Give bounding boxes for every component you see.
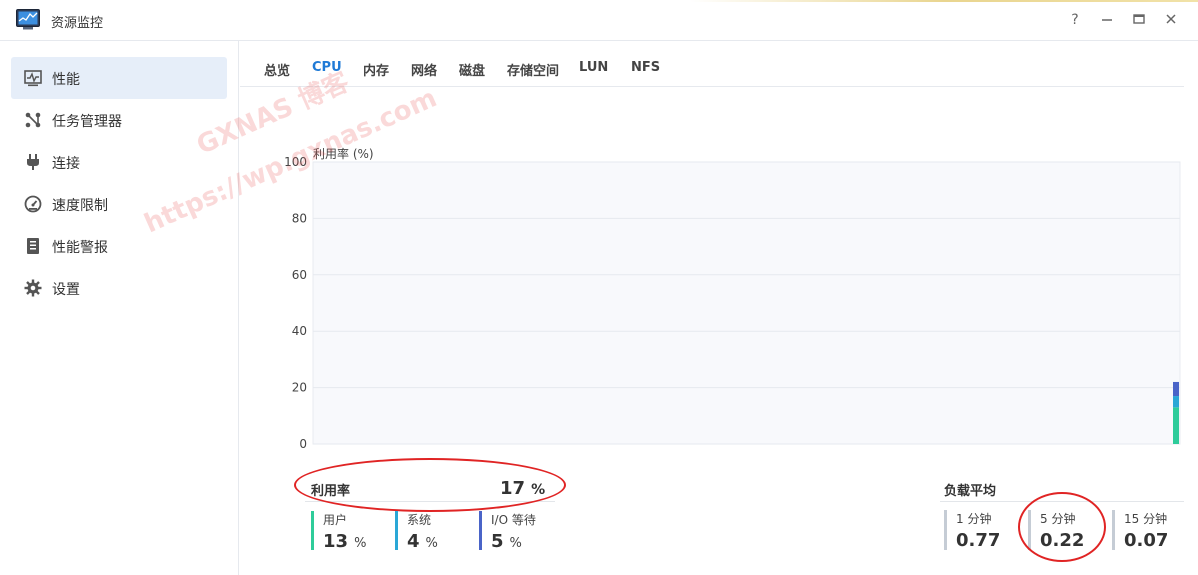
stat-user-unit: % xyxy=(354,536,367,551)
tab-memory[interactable]: 内存 xyxy=(363,60,389,79)
sidebar-item-speed-limit[interactable]: 速度限制 xyxy=(11,183,227,225)
stat-io-wait-label: I/O 等待 xyxy=(491,513,536,527)
stat-user: 用户 13% xyxy=(311,511,367,552)
y-tick-label: 80 xyxy=(292,211,307,225)
chart-area-I/O 等待 xyxy=(1173,381,1179,397)
plug-icon xyxy=(27,154,39,170)
stat-user-label: 用户 xyxy=(323,513,348,527)
sidebar-item-performance-alerts[interactable]: 性能警报 xyxy=(11,225,227,267)
y-tick-label: 0 xyxy=(299,437,307,451)
utilization-value: 17% xyxy=(500,478,545,499)
load-average-title: 负载平均 xyxy=(944,484,997,499)
window-title: 资源监控 xyxy=(51,16,104,31)
stat-system-value: 4 xyxy=(407,531,420,552)
help-button[interactable]: ? xyxy=(1066,11,1084,29)
chart-area-系统 xyxy=(1173,396,1179,408)
utilization-divider xyxy=(305,501,555,502)
sidebar-item-label: 性能 xyxy=(52,72,80,88)
tab-lun[interactable]: LUN xyxy=(579,60,608,75)
tab-network[interactable]: 网络 xyxy=(411,60,437,79)
stat-user-value: 13 xyxy=(323,531,349,552)
load-1min: 1 分钟 0.77 xyxy=(944,510,1001,551)
gear-icon xyxy=(24,279,42,297)
stat-io-wait-unit: % xyxy=(509,536,522,551)
y-tick-label: 20 xyxy=(292,381,307,395)
sidebar-item-label: 性能警报 xyxy=(52,240,108,256)
performance-icon xyxy=(24,70,42,87)
sidebar: 性能 任务管理器 连接 速度限制 性能警报 设置 xyxy=(0,41,239,575)
stat-io-wait-value: 5 xyxy=(491,531,504,552)
load-15min: 15 分钟 0.07 xyxy=(1112,510,1169,551)
tab-volume[interactable]: 存储空间 xyxy=(507,60,559,79)
tab-cpu[interactable]: CPU xyxy=(312,60,342,75)
load-5min: 5 分钟 0.22 xyxy=(1028,510,1085,551)
sidebar-item-connections[interactable]: 连接 xyxy=(11,141,227,183)
sidebar-item-settings[interactable]: 设置 xyxy=(11,267,227,309)
tab-bar: 总览 CPU 内存 网络 磁盘 存储空间 LUN NFS xyxy=(240,41,1184,87)
load-5min-value: 0.22 xyxy=(1040,530,1085,551)
chart-area-用户 xyxy=(1173,407,1179,444)
chart-plot-area xyxy=(312,161,1181,445)
alert-report-icon xyxy=(27,238,39,254)
utilization-number: 17 xyxy=(500,478,526,499)
resource-monitor-app-icon xyxy=(16,9,40,30)
y-tick-label: 60 xyxy=(292,268,307,282)
close-button[interactable] xyxy=(1162,11,1180,29)
y-tick-label: 40 xyxy=(292,324,307,338)
stat-system-label: 系统 xyxy=(407,513,432,527)
utilization-unit: % xyxy=(531,482,546,498)
load-5min-label: 5 分钟 xyxy=(1040,512,1076,526)
speedometer-icon xyxy=(24,195,42,213)
sidebar-item-performance[interactable]: 性能 xyxy=(11,57,227,99)
cpu-utilization-chart: 100 80 60 40 20 0 xyxy=(284,155,1181,451)
load-average-divider xyxy=(940,501,1184,502)
task-manager-icon xyxy=(25,112,41,128)
tab-nfs[interactable]: NFS xyxy=(631,60,660,75)
load-15min-value: 0.07 xyxy=(1124,530,1169,551)
title-bar-accent xyxy=(690,0,1198,2)
stat-io-wait: I/O 等待 5% xyxy=(479,511,536,552)
tab-disk[interactable]: 磁盘 xyxy=(459,60,485,79)
maximize-button[interactable] xyxy=(1130,11,1148,29)
sidebar-item-label: 连接 xyxy=(52,156,80,172)
load-1min-value: 0.77 xyxy=(956,530,1001,551)
sidebar-item-label: 任务管理器 xyxy=(52,114,122,130)
stat-system: 系统 4% xyxy=(395,511,438,552)
y-tick-label: 100 xyxy=(284,155,307,169)
minimize-button[interactable] xyxy=(1098,11,1116,29)
sidebar-item-task-manager[interactable]: 任务管理器 xyxy=(11,99,227,141)
tab-overview[interactable]: 总览 xyxy=(264,60,290,79)
load-1min-label: 1 分钟 xyxy=(956,512,992,526)
title-bar: 资源监控 ? xyxy=(0,0,1198,41)
sidebar-item-label: 速度限制 xyxy=(52,198,108,214)
utilization-label: 利用率 xyxy=(311,484,351,499)
sidebar-item-label: 设置 xyxy=(52,282,80,298)
load-15min-label: 15 分钟 xyxy=(1124,512,1168,526)
stat-system-unit: % xyxy=(425,536,438,551)
